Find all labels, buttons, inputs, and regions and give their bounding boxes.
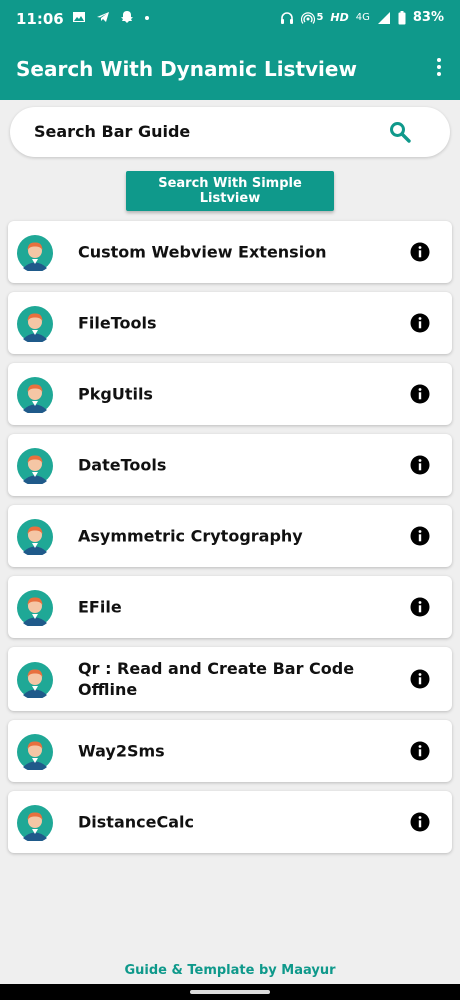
avatar-icon <box>17 662 53 698</box>
avatar-icon <box>17 519 53 555</box>
status-time: 11:06 <box>16 10 64 28</box>
avatar-icon <box>17 235 53 271</box>
hotspot-count: 5 <box>316 12 324 23</box>
info-icon[interactable] <box>410 455 430 475</box>
page-title: Search With Dynamic Listview <box>16 57 357 81</box>
footer-credit: Guide & Template by Maayur <box>124 963 336 978</box>
list-item[interactable]: Custom Webview Extension <box>8 221 452 283</box>
list-item[interactable]: Way2Sms <box>8 720 452 782</box>
battery-percent: 83% <box>412 10 444 25</box>
avatar-icon <box>17 448 53 484</box>
list-item-label: Qr : Read and Create Bar Code Offline <box>78 659 355 699</box>
list-item[interactable]: PkgUtils <box>8 363 452 425</box>
item-list: Custom Webview Extension FileTools PkgUt… <box>8 221 452 862</box>
hd-label: HD <box>330 11 349 24</box>
system-status: 5 HD 4G 83% <box>280 10 444 25</box>
network-type: 4G <box>355 12 370 23</box>
info-icon[interactable] <box>410 384 430 404</box>
search-simple-listview-button[interactable]: Search With Simple Listview <box>126 171 334 211</box>
list-item-label: Custom Webview Extension <box>78 242 327 262</box>
image-icon <box>73 12 85 22</box>
navigation-bar <box>0 984 460 1000</box>
list-item-label: DateTools <box>78 455 167 475</box>
list-item-label: PkgUtils <box>78 384 153 404</box>
search-input[interactable]: Search Bar Guide <box>34 122 190 141</box>
list-item[interactable]: EFile <box>8 576 452 638</box>
battery-icon <box>398 10 406 24</box>
avatar-icon <box>17 377 53 413</box>
list-item[interactable]: DistanceCalc <box>8 791 452 853</box>
info-icon[interactable] <box>410 526 430 546</box>
notification-icons <box>72 10 150 24</box>
info-icon[interactable] <box>410 313 430 333</box>
list-item[interactable]: FileTools <box>8 292 452 354</box>
list-item[interactable]: Qr : Read and Create Bar Code Offline <box>8 647 452 711</box>
search-icon[interactable] <box>388 120 412 144</box>
signal-icon <box>377 11 390 24</box>
avatar-icon <box>17 306 53 342</box>
list-item[interactable]: DateTools <box>8 434 452 496</box>
headset-icon <box>281 11 294 24</box>
list-item-label: Way2Sms <box>78 741 165 761</box>
list-item-label: FileTools <box>78 313 157 333</box>
telegram-icon <box>97 12 109 22</box>
hotspot-icon <box>301 11 316 24</box>
avatar-icon <box>17 734 53 770</box>
avatar-icon <box>17 590 53 626</box>
info-icon[interactable] <box>410 597 430 617</box>
snapchat-icon <box>121 11 133 23</box>
list-item-label: DistanceCalc <box>78 812 194 832</box>
dot-icon <box>145 16 149 20</box>
list-item-label: Asymmetric Crytography <box>78 526 303 546</box>
info-icon[interactable] <box>410 741 430 761</box>
app-bar: Search With Dynamic Listview <box>0 38 460 100</box>
search-bar[interactable]: Search Bar Guide <box>10 107 450 157</box>
more-vertical-icon[interactable] <box>436 58 442 78</box>
home-handle[interactable] <box>190 990 270 994</box>
info-icon[interactable] <box>410 812 430 832</box>
status-bar: 11:06 5 HD 4G 83% <box>0 0 460 38</box>
list-item[interactable]: Asymmetric Crytography <box>8 505 452 567</box>
info-icon[interactable] <box>410 242 430 262</box>
list-item-label: EFile <box>78 597 122 617</box>
info-icon[interactable] <box>410 669 430 689</box>
avatar-icon <box>17 805 53 841</box>
